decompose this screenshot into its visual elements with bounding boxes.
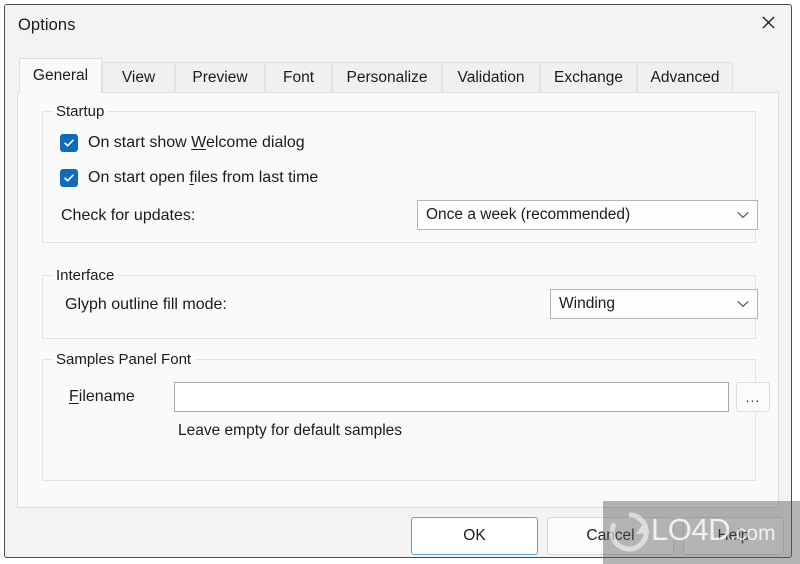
- tab-general[interactable]: General: [19, 58, 102, 93]
- group-samples-panel-font-label: Samples Panel Font: [52, 350, 196, 369]
- tab-label: Font: [282, 69, 314, 86]
- check-icon: [63, 137, 75, 149]
- tab-advanced[interactable]: Advanced: [637, 62, 733, 93]
- tab-label: Validation: [457, 69, 525, 86]
- samples-hint-text: Leave empty for default samples: [178, 422, 403, 439]
- group-interface-label: Interface: [52, 266, 119, 285]
- tab-preview[interactable]: Preview: [175, 62, 265, 93]
- tab-validation[interactable]: Validation: [442, 62, 540, 93]
- checkbox-row-open-last-files[interactable]: On start open files from last time: [60, 169, 318, 187]
- tab-personalize[interactable]: Personalize: [332, 62, 442, 93]
- tab-label: Exchange: [554, 69, 623, 86]
- tab-font[interactable]: Font: [265, 62, 332, 93]
- group-interface: Interface Glyph outline fill mode: Windi…: [42, 266, 758, 339]
- group-startup-label: Startup: [52, 102, 109, 121]
- browse-filename-button[interactable]: ...: [736, 382, 770, 412]
- tab-strip: General View Preview Font Personalize Validat…: [5, 54, 791, 93]
- title-bar: Options: [5, 5, 791, 46]
- tab-label: Advanced: [650, 69, 720, 86]
- page-title: Options: [18, 16, 76, 34]
- checkbox-open-last-files-label: On start open files from last time: [88, 169, 319, 186]
- checkbox-welcome-dialog[interactable]: [60, 134, 78, 152]
- check-updates-combobox[interactable]: Once a week (recommended): [417, 200, 758, 230]
- tab-exchange[interactable]: Exchange: [540, 62, 637, 93]
- tab-label: View: [121, 69, 156, 86]
- glyph-fill-mode-value: Winding: [559, 295, 615, 312]
- tab-page-general: Startup On start show Welcome dialog On …: [17, 92, 779, 508]
- chevron-down-icon: [729, 211, 757, 219]
- checkbox-open-last-files[interactable]: [60, 169, 78, 187]
- checkbox-welcome-dialog-label: On start show Welcome dialog: [88, 134, 305, 151]
- chevron-down-icon: [729, 300, 757, 308]
- tab-label: Preview: [192, 69, 248, 86]
- close-button[interactable]: [745, 5, 791, 39]
- options-dialog-window: Options General View Preview Font Personaliz…: [4, 4, 792, 558]
- tab-label: General: [32, 67, 89, 84]
- group-samples-panel-font: Samples Panel Font Filename ... Leave em…: [42, 350, 770, 481]
- cancel-button[interactable]: Cancel: [547, 517, 674, 555]
- tab-label: Personalize: [346, 69, 428, 86]
- close-icon: [762, 16, 775, 29]
- checkbox-row-welcome-dialog[interactable]: On start show Welcome dialog: [60, 134, 305, 152]
- filename-input[interactable]: [174, 382, 729, 412]
- glyph-fill-mode-combobox[interactable]: Winding: [550, 289, 758, 319]
- ok-button[interactable]: OK: [411, 517, 538, 555]
- check-updates-value: Once a week (recommended): [426, 206, 631, 223]
- check-icon: [63, 172, 75, 184]
- filename-label: Filename: [69, 388, 135, 405]
- group-startup: Startup On start show Welcome dialog On …: [42, 102, 758, 243]
- check-updates-label: Check for updates:: [61, 207, 196, 224]
- help-button[interactable]: Help: [683, 517, 784, 555]
- glyph-fill-mode-label: Glyph outline fill mode:: [65, 296, 227, 313]
- tab-view[interactable]: View: [102, 62, 175, 93]
